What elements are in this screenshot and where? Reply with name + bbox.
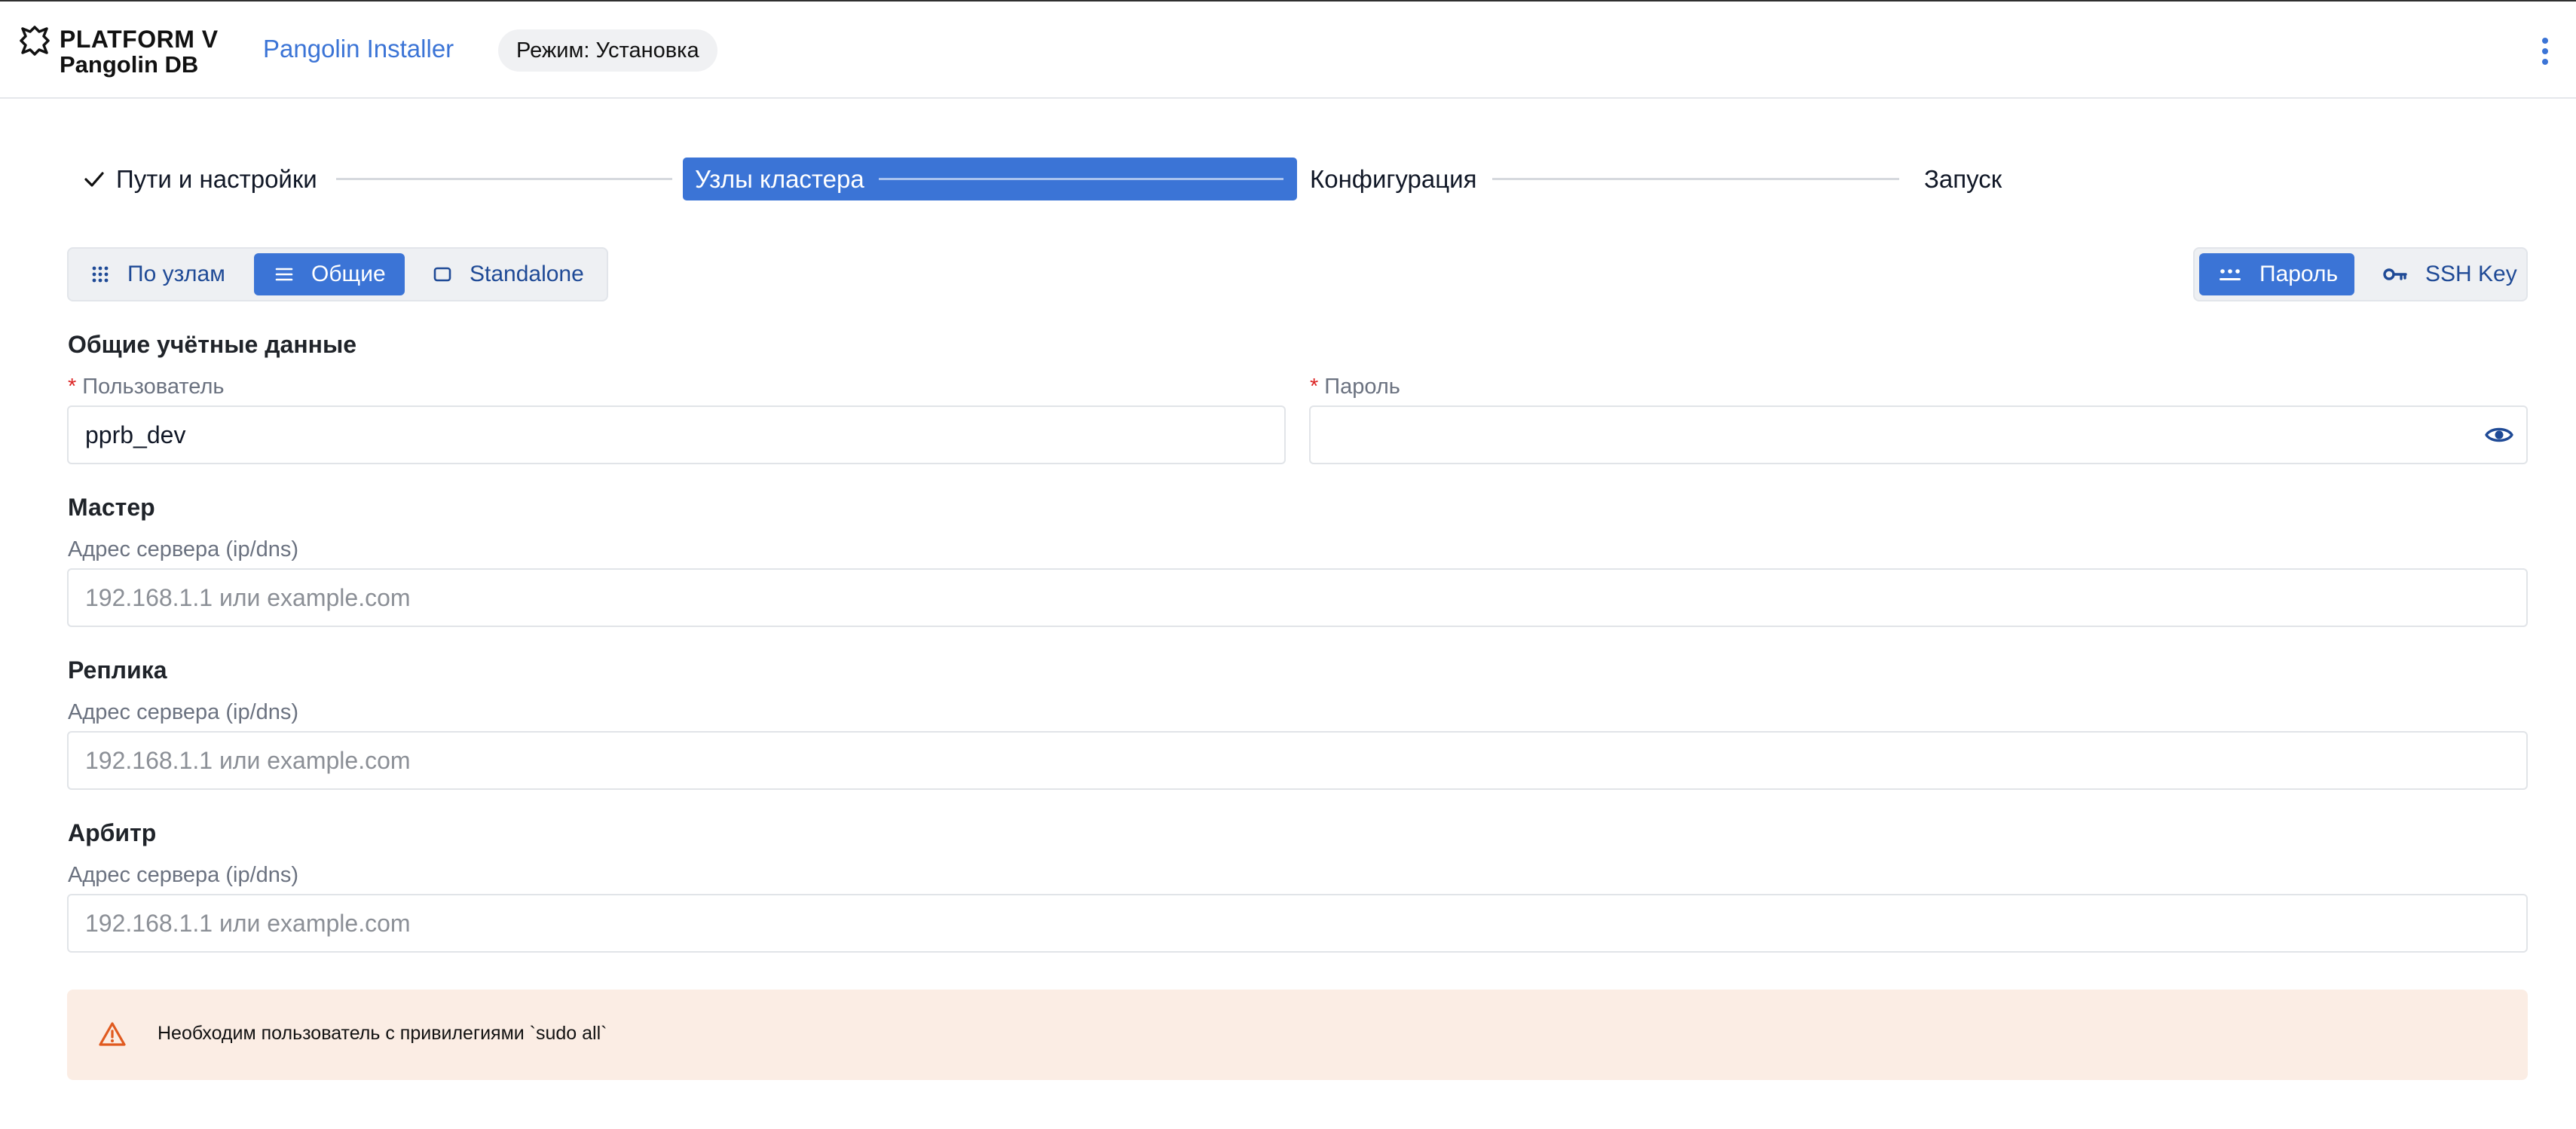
node-mode-label: По узлам: [127, 262, 225, 286]
node-mode-common[interactable]: Общие: [254, 253, 405, 295]
grid-dots-icon: [92, 266, 109, 283]
step-label: Запуск: [1924, 165, 2002, 193]
node-mode-label: Standalone: [470, 262, 584, 286]
user-label-text: Пользователь: [82, 375, 225, 399]
arbiter-title: Арбитр: [68, 819, 157, 846]
replica-address-label: Адрес сервера (ip/dns): [68, 700, 299, 724]
logo-title: PLATFORM V: [60, 26, 219, 53]
credentials-title: Общие учётные данные: [68, 331, 357, 358]
master-title: Мастер: [68, 494, 155, 521]
step-label: Узлы кластера: [695, 165, 864, 193]
password-label-text: Пароль: [1324, 375, 1400, 399]
replica-title: Реплика: [68, 656, 167, 684]
node-mode-per-node[interactable]: По узлам: [73, 253, 239, 295]
auth-mode-ssh-key[interactable]: SSH Key: [2363, 253, 2523, 295]
kebab-menu-icon[interactable]: [2534, 35, 2556, 68]
node-mode-label: Общие: [311, 262, 386, 286]
password-dots-icon: [2220, 269, 2241, 280]
user-field-label: * Пользователь: [68, 375, 225, 399]
node-mode-toggle: По узлам Общие Standalone: [67, 247, 608, 301]
step-connector: [879, 178, 1283, 180]
logo-subtitle: Pangolin DB: [60, 51, 199, 78]
step-label: Пути и настройки: [116, 165, 317, 193]
eye-icon[interactable]: [2484, 424, 2514, 446]
square-outline-icon: [433, 267, 451, 282]
logo-mark-icon: [20, 26, 50, 56]
app-header: PLATFORM V Pangolin DB Pangolin Installe…: [0, 0, 2576, 99]
app-name-link[interactable]: Pangolin Installer: [263, 35, 454, 63]
list-lines-icon: [275, 268, 293, 281]
sudo-warning-alert: Необходим пользователь с привилегиями `s…: [67, 990, 2528, 1080]
step-cluster-nodes[interactable]: Узлы кластера: [683, 158, 1297, 200]
warning-triangle-icon: [99, 1022, 126, 1046]
auth-mode-label: SSH Key: [2425, 262, 2517, 286]
user-input[interactable]: [67, 405, 1286, 464]
step-paths-settings[interactable]: Пути и настройки: [83, 158, 317, 200]
auth-mode-label: Пароль: [2259, 262, 2339, 286]
replica-address-input[interactable]: [67, 731, 2528, 790]
alert-message: Необходим пользователь с привилегиями `s…: [158, 1023, 607, 1044]
step-connector: [336, 178, 672, 180]
arbiter-address-input[interactable]: [67, 894, 2528, 953]
mode-badge: Режим: Установка: [498, 29, 717, 72]
auth-mode-password[interactable]: Пароль: [2199, 253, 2354, 295]
required-mark: *: [68, 375, 77, 399]
step-configuration[interactable]: Конфигурация: [1310, 158, 1476, 200]
key-icon: [2383, 268, 2407, 280]
master-address-label: Адрес сервера (ip/dns): [68, 537, 299, 561]
password-field-label: * Пароль: [1310, 375, 1400, 399]
required-mark: *: [1310, 375, 1319, 399]
auth-mode-toggle: Пароль SSH Key: [2193, 247, 2528, 301]
step-launch[interactable]: Запуск: [1924, 158, 2002, 200]
step-label: Конфигурация: [1310, 165, 1477, 193]
step-connector: [1492, 178, 1899, 180]
arbiter-address-label: Адрес сервера (ip/dns): [68, 863, 299, 887]
password-input[interactable]: [1309, 405, 2528, 464]
progress-stepper: Пути и настройки Узлы кластера Конфигура…: [0, 151, 2576, 203]
master-address-input[interactable]: [67, 568, 2528, 627]
check-icon: [84, 172, 104, 187]
node-mode-standalone[interactable]: Standalone: [415, 253, 604, 295]
